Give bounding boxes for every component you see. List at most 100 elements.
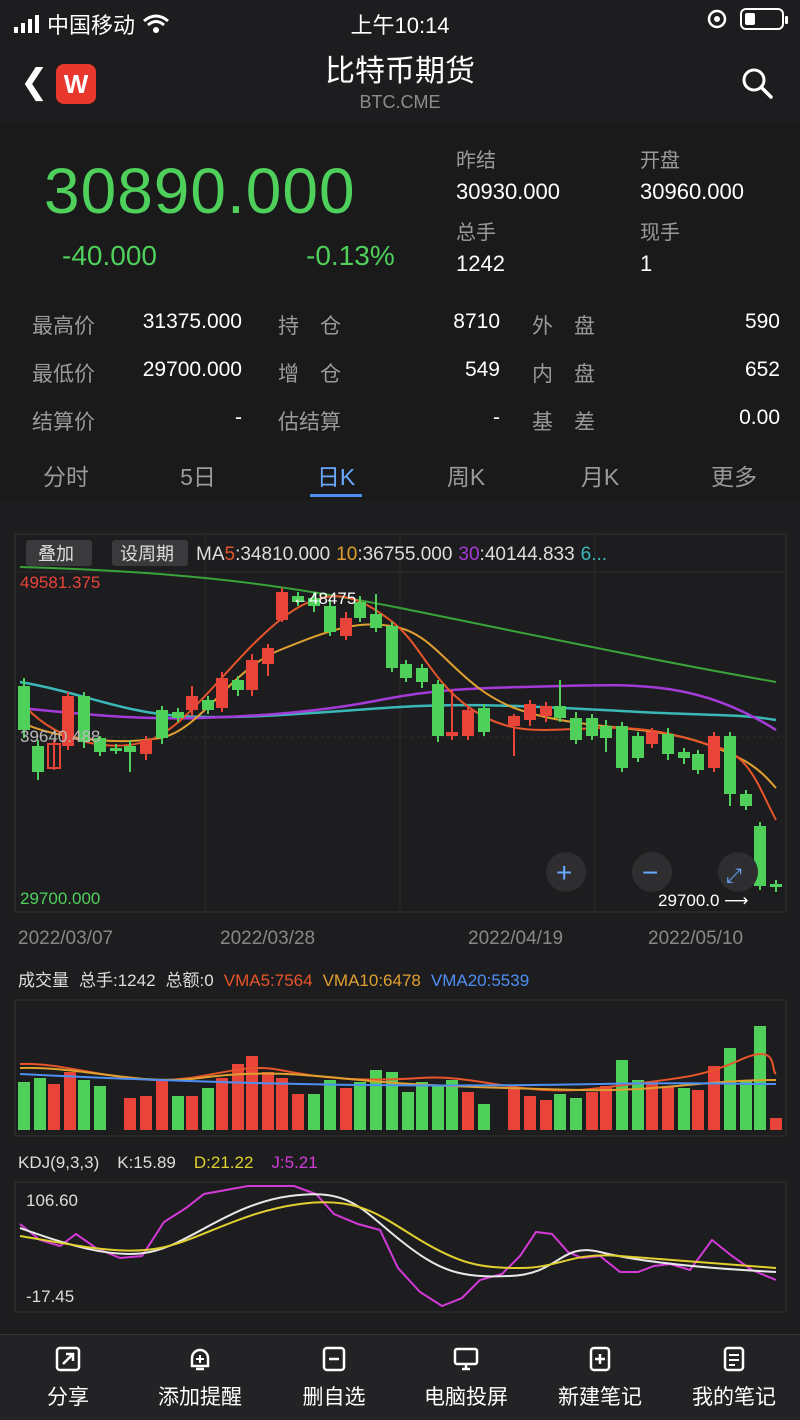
screen-cast-button[interactable]: 电脑投屏 xyxy=(406,1345,526,1411)
candle xyxy=(770,884,782,887)
monitor-icon xyxy=(453,1347,479,1371)
date-label: 2022/03/07 xyxy=(18,928,113,949)
stat-value: - xyxy=(493,406,500,429)
bottom-toolbar: 分享 添加提醒 删自选 电脑投屏 新建笔记 我的笔记 xyxy=(0,1334,800,1420)
my-notes-button[interactable]: 我的笔记 xyxy=(674,1345,794,1411)
candle xyxy=(110,748,122,751)
volume-label: 成交量 xyxy=(18,971,69,990)
candle xyxy=(246,660,258,690)
candle xyxy=(216,678,228,708)
volume-bar xyxy=(708,1066,720,1130)
stat-label: 结算价 xyxy=(32,411,95,434)
volume-bar xyxy=(446,1080,458,1130)
candle xyxy=(156,710,168,738)
kdj-j: J:5.21 xyxy=(271,1153,317,1172)
tab-intraday[interactable]: 分时 xyxy=(16,458,116,492)
kdj-k: K:15.89 xyxy=(117,1153,176,1172)
add-alert-label: 添加提醒 xyxy=(158,1386,242,1409)
stat-label: 基 差 xyxy=(532,411,595,434)
battery-icon xyxy=(740,8,788,30)
candle xyxy=(508,716,520,726)
open-label: 开盘 xyxy=(640,150,680,172)
price-high-label: 49581.375 xyxy=(20,573,100,592)
candle xyxy=(32,746,44,772)
stats-row: 结算价 - 估结算 - 基 差 0.00 xyxy=(0,406,800,446)
candle xyxy=(370,614,382,628)
zoom-in-icon: + xyxy=(556,857,572,888)
volume-bar xyxy=(540,1100,552,1130)
candle xyxy=(432,684,444,736)
stat-value: 31375.000 xyxy=(142,310,242,333)
remove-watchlist-label: 删自选 xyxy=(302,1386,366,1409)
volume-bar xyxy=(262,1072,274,1130)
location-lock-icon xyxy=(707,9,727,29)
stat-label: 最高价 xyxy=(32,315,95,338)
search-icon[interactable] xyxy=(740,66,774,100)
candle xyxy=(324,606,336,632)
open: 开盘 30960.000 xyxy=(640,144,744,205)
total-volume: 总手 1242 xyxy=(456,216,505,277)
remove-watchlist-button[interactable]: 删自选 xyxy=(274,1345,394,1411)
volume-bar xyxy=(78,1080,90,1130)
volume-bar xyxy=(586,1092,598,1130)
ma60-key: 6... xyxy=(581,544,607,565)
price-mid-label: 39640.488 xyxy=(20,727,100,746)
share-icon xyxy=(55,1346,81,1372)
volume-bar xyxy=(478,1104,490,1130)
candle xyxy=(186,696,198,710)
date-label: 2022/03/28 xyxy=(220,928,315,949)
total-volume-value: 1242 xyxy=(456,251,505,276)
kdj-d: D:21.22 xyxy=(194,1153,254,1172)
kdj-bottom-label: -17.45 xyxy=(26,1287,74,1306)
tab-monthly-k[interactable]: 月K xyxy=(550,458,650,492)
screen-cast-label: 电脑投屏 xyxy=(424,1386,508,1409)
tab-more[interactable]: 更多 xyxy=(684,458,784,492)
volume-bar xyxy=(508,1088,520,1130)
volume-bar xyxy=(324,1080,336,1130)
current-volume-value: 1 xyxy=(640,251,653,276)
tab-daily-k[interactable]: 日K xyxy=(286,458,386,492)
volume-bar xyxy=(432,1086,444,1130)
volume-bar xyxy=(34,1078,46,1130)
tab-5day[interactable]: 5日 xyxy=(148,458,248,492)
candle xyxy=(478,708,490,732)
volume-bar xyxy=(172,1096,184,1130)
volume-bar xyxy=(292,1094,304,1130)
stats-row: 最低价 29700.000 增 仓 549 内 盘 652 xyxy=(0,358,800,398)
candle xyxy=(202,700,214,710)
candle xyxy=(646,732,658,744)
candle xyxy=(540,706,552,716)
volume-bar xyxy=(462,1092,474,1130)
share-button[interactable]: 分享 xyxy=(8,1345,128,1411)
kline-svg[interactable]: 叠加 设周期 MA5:34810.000 10:36755.000 30:40144… xyxy=(0,500,800,1334)
total-volume-label: 总手 xyxy=(456,222,496,244)
candle xyxy=(416,668,428,682)
ma10-value: :36755.000 xyxy=(357,544,452,565)
candle xyxy=(232,680,244,690)
stat-label: 最低价 xyxy=(32,363,95,386)
prev-settle-value: 30930.000 xyxy=(456,179,560,204)
volume-bar xyxy=(402,1092,414,1130)
kdj-frame xyxy=(14,1181,787,1313)
new-note-label: 新建笔记 xyxy=(558,1386,642,1409)
candle xyxy=(616,726,628,768)
set-period-button-label: 设周期 xyxy=(120,544,174,564)
fullscreen-icon: ⤢ xyxy=(726,865,742,887)
ma-prefix: MA xyxy=(196,544,225,565)
candle xyxy=(554,706,566,718)
volume-bar xyxy=(156,1080,168,1130)
quote-panel: 30890.000 -40.000 -0.13% 昨结 30930.000 开盘… xyxy=(0,124,800,500)
current-volume-label: 现手 xyxy=(640,222,680,244)
tab-weekly-k[interactable]: 周K xyxy=(416,458,516,492)
volume-bar xyxy=(600,1086,612,1130)
volume-bar xyxy=(140,1096,152,1130)
volume-bar xyxy=(754,1026,766,1130)
volume-bar xyxy=(554,1094,566,1130)
new-note-button[interactable]: 新建笔记 xyxy=(540,1345,660,1411)
add-alert-button[interactable]: 添加提醒 xyxy=(140,1345,260,1411)
stat-label: 估结算 xyxy=(278,411,341,434)
volume-bar xyxy=(216,1078,228,1130)
stat-value: 8710 xyxy=(453,310,500,333)
candle xyxy=(740,794,752,806)
volume-bar xyxy=(416,1082,428,1130)
